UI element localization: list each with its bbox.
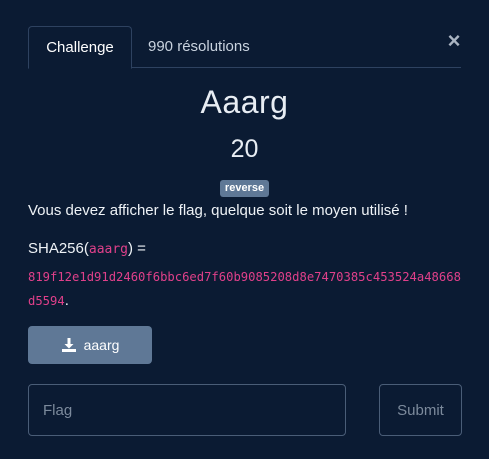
flag-input[interactable]: [28, 384, 346, 436]
submit-button[interactable]: Submit: [379, 384, 462, 436]
sha-hash-block: 819f12e1d91d2460f6bbc6ed7f60b9085208d8e7…: [28, 265, 468, 313]
challenge-title: Aaarg: [200, 84, 289, 120]
challenge-points: 20: [230, 135, 259, 163]
challenge-description: Vous devez afficher le flag, quelque soi…: [28, 202, 408, 219]
tab-resolutions[interactable]: 990 résolutions: [148, 26, 250, 68]
sha-hash: 819f12e1d91d2460f6bbc6ed7f60b9085208d8e7…: [28, 270, 461, 308]
category-badge-wrap: reverse: [0, 178, 489, 197]
category-badge: reverse: [219, 180, 270, 197]
download-icon: [61, 338, 76, 352]
tab-challenge[interactable]: Challenge: [28, 26, 132, 69]
sha-filename: aaarg: [88, 242, 129, 257]
download-button[interactable]: aaarg: [28, 326, 152, 364]
tab-bar: Challenge 990 résolutions: [28, 26, 461, 69]
sha-line: SHA256(aaarg) =: [28, 240, 146, 257]
sha-suffix: ) =: [128, 240, 146, 257]
sha-prefix: SHA256(: [28, 240, 89, 257]
download-label: aaarg: [83, 337, 120, 353]
sha-hash-end: .: [64, 292, 69, 309]
close-icon[interactable]: ×: [444, 30, 464, 52]
